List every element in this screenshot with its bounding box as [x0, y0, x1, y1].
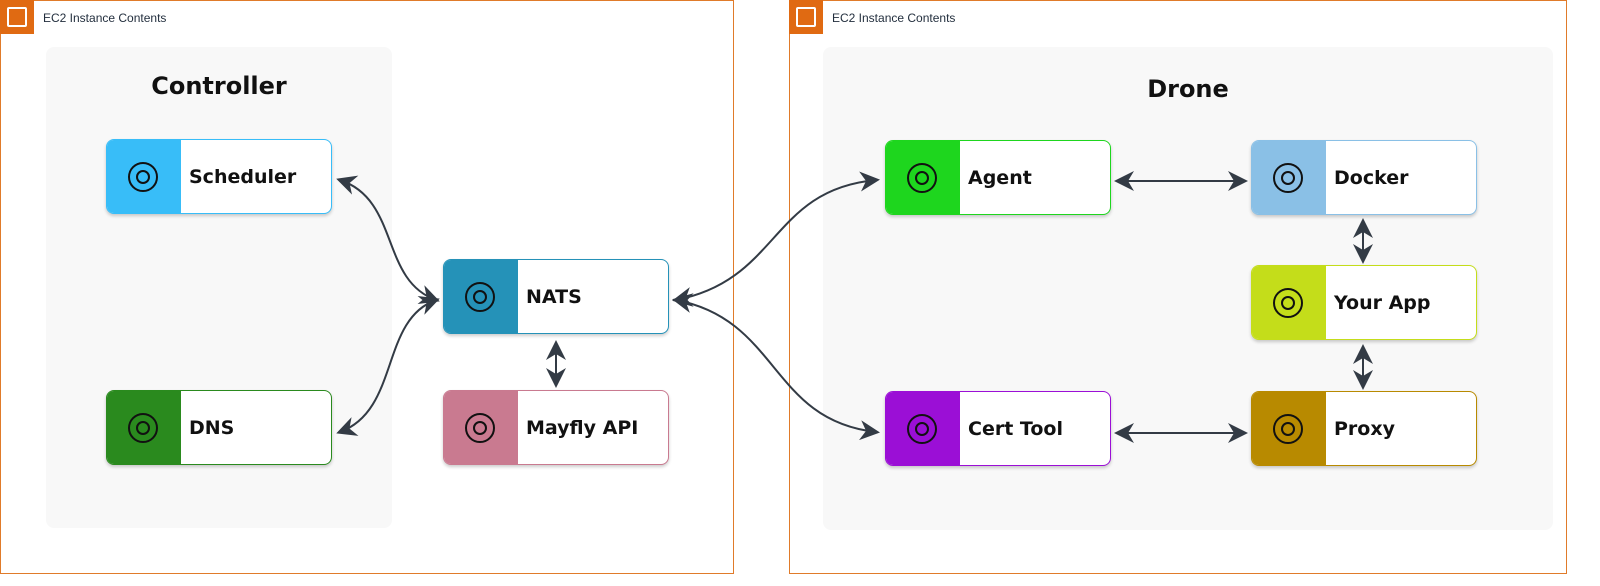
node-label: Docker [1334, 166, 1409, 189]
frame-title: EC2 Instance Contents [43, 11, 167, 25]
node-scheduler[interactable]: Scheduler [106, 139, 332, 214]
network-users-icon [444, 260, 518, 333]
chip-icon [0, 0, 34, 34]
frame-title: EC2 Instance Contents [832, 11, 956, 25]
panel-title: Controller [151, 72, 287, 100]
node-label: Cert Tool [968, 417, 1063, 440]
node-nats[interactable]: NATS [443, 259, 669, 334]
node-dns[interactable]: DNS [106, 390, 332, 465]
gear-clock-icon [107, 140, 181, 213]
node-mayfly[interactable]: Mayfly API [443, 390, 669, 465]
app-window-gear-icon [1252, 266, 1326, 339]
chip-icon [789, 0, 823, 34]
shield-globe-icon [1252, 392, 1326, 465]
node-label: Agent [968, 166, 1032, 189]
node-proxy[interactable]: Proxy [1251, 391, 1477, 466]
node-agent[interactable]: Agent [885, 140, 1111, 215]
node-label: Scheduler [189, 165, 297, 188]
node-label: Proxy [1334, 417, 1395, 440]
panel-title: Drone [1147, 75, 1229, 103]
node-label: Mayfly API [526, 416, 639, 439]
node-docker[interactable]: Docker [1251, 140, 1477, 215]
node-label: NATS [526, 285, 582, 308]
certificate-icon [886, 392, 960, 465]
gear-users-icon [886, 141, 960, 214]
node-label: Your App [1334, 291, 1431, 314]
mayfly-logo-icon [444, 391, 518, 464]
node-certtool[interactable]: Cert Tool [885, 391, 1111, 466]
docker-whale-icon [1252, 141, 1326, 214]
browser-globe-icon [107, 391, 181, 464]
node-yourapp[interactable]: Your App [1251, 265, 1477, 340]
node-label: DNS [189, 416, 235, 439]
